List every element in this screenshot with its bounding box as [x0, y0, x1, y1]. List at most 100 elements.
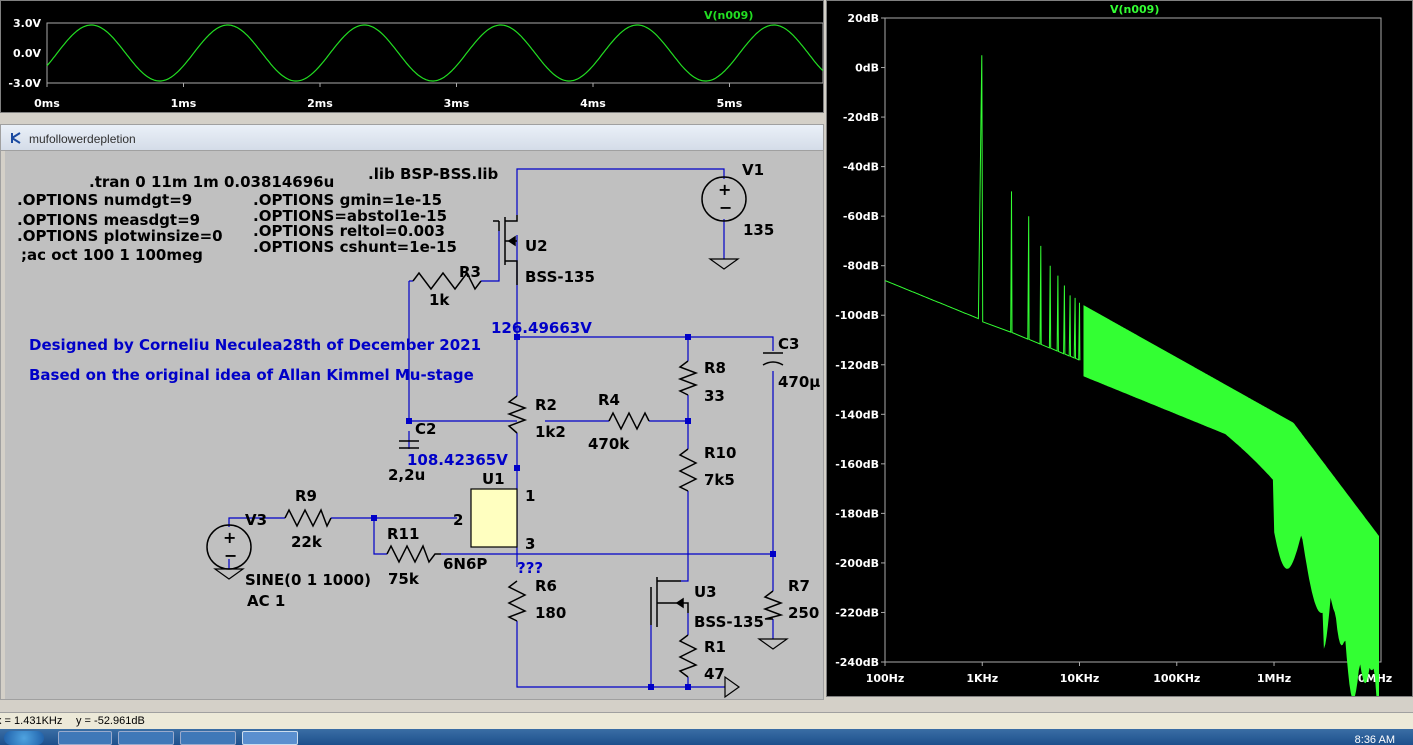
waveform-trace	[46, 24, 824, 82]
c2-name: C2	[415, 420, 436, 438]
u2-name: U2	[525, 237, 548, 255]
u1-pin1: 1	[525, 487, 535, 505]
fft-y-tick: -60dB	[843, 210, 879, 223]
fft-x-tick: 1KHz	[966, 672, 998, 685]
status-bar: x = 1.431KHz y = -52.961dB	[0, 712, 1413, 729]
schematic-title: mufollowerdepletion	[29, 132, 136, 146]
u1-name: U1	[482, 470, 505, 488]
credits: Designed by Corneliu Neculea28th of Dece…	[29, 336, 481, 384]
directive-tran[interactable]: .tran 0 11m 1m 0.03814696u	[89, 173, 334, 191]
fft-y-tick: -140dB	[835, 408, 879, 421]
r10-name: R10	[704, 444, 736, 462]
r1-resistor[interactable]: R1 47	[678, 634, 726, 683]
u2-transistor[interactable]: U2 BSS-135	[493, 215, 595, 286]
waveform-y-tick: -3.0V	[8, 77, 41, 90]
waveform-y-tick: 0.0V	[13, 47, 41, 60]
directive-ac[interactable]: ;ac oct 100 1 100meg	[21, 246, 203, 264]
fft-x-tick: 10KHz	[1060, 672, 1099, 685]
fft-y-tick: 0dB	[855, 62, 879, 75]
r3-value: 1k	[429, 291, 450, 309]
r3-name: R3	[459, 263, 481, 281]
r4-value: 470k	[588, 435, 630, 453]
fft-y-axis: 20dB 0dB -20dB -40dB -60dB -80dB -100dB -120dB -…	[835, 12, 885, 669]
v3-value: SINE(0 1 1000)	[245, 571, 371, 589]
taskbar-app-browser[interactable]	[118, 731, 174, 745]
directive-lib[interactable]: .lib BSP-BSS.lib	[368, 165, 498, 183]
v3-signal-source[interactable]: + − V3 SINE(0 1 1000) AC 1	[206, 511, 371, 610]
ground-symbol	[724, 675, 741, 699]
u1-tube[interactable]: U1 1 2 3 6N6P ???	[443, 470, 543, 577]
fft-trace	[884, 55, 1081, 361]
waveform-y-tick: 3.0V	[13, 17, 41, 30]
fft-y-tick: -220dB	[835, 606, 879, 619]
waveform-x-tick: 0ms	[34, 97, 60, 110]
r4-resistor[interactable]: R4 470k	[588, 391, 650, 453]
r10-resistor[interactable]: R10 7k5	[678, 444, 736, 492]
waveform-plot-pane[interactable]: V(n009) 3.0V 0.0V -3.0V 0ms 1ms 2ms 3ms 4ms 5ms	[0, 0, 824, 113]
fft-y-tick: 20dB	[847, 12, 879, 25]
r11-value: 75k	[388, 570, 420, 588]
waveform-x-axis: 0ms 1ms 2ms 3ms 4ms 5ms	[34, 83, 743, 110]
waveform-trace-label[interactable]: V(n009)	[704, 9, 753, 22]
waveform-x-tick: 1ms	[171, 97, 197, 110]
taskbar-app-explorer[interactable]	[58, 731, 112, 745]
v1-voltage-source[interactable]: + − V1 135	[701, 161, 774, 270]
svg-text:+: +	[223, 528, 236, 547]
fft-y-tick: -80dB	[843, 260, 879, 273]
fft-y-tick: -20dB	[843, 111, 879, 124]
fft-y-tick: -200dB	[835, 557, 879, 570]
schematic-titlebar[interactable]: mufollowerdepletion	[1, 125, 823, 151]
schematic-window[interactable]: mufollowerdepletion .tran 0 11m 1m 0.038…	[0, 124, 824, 700]
r9-resistor[interactable]: R9 22k	[284, 487, 332, 551]
fft-x-tick: 1MHz	[1257, 672, 1291, 685]
taskbar[interactable]: 8:36 AM	[0, 729, 1413, 745]
r7-resistor[interactable]: R7 250	[757, 577, 819, 650]
fft-plot-pane[interactable]: V(n009) 20dB 0dB -20dB -40dB -60dB -80dB -100d…	[826, 0, 1413, 726]
taskbar-app-pdf[interactable]	[180, 731, 236, 745]
credit-line-2[interactable]: Based on the original idea of Allan Kimm…	[29, 366, 474, 384]
r11-name: R11	[387, 525, 419, 543]
directive-cshunt[interactable]: .OPTIONS cshunt=1e-15	[253, 238, 457, 256]
start-button[interactable]	[4, 731, 44, 745]
fft-y-tick: -240dB	[835, 656, 879, 669]
r2-name: R2	[535, 396, 557, 414]
schematic-canvas[interactable]: .tran 0 11m 1m 0.03814696u .lib BSP-BSS.…	[5, 151, 823, 699]
u3-transistor[interactable]: U3 BSS-135	[650, 577, 764, 631]
waveform-x-tick: 2ms	[307, 97, 333, 110]
v1-name: V1	[742, 161, 764, 179]
fft-y-tick: -100dB	[835, 309, 879, 322]
fft-y-tick: -160dB	[835, 458, 879, 471]
r11-resistor[interactable]: R11 75k	[386, 525, 441, 588]
u1-pin2: 2	[453, 511, 463, 529]
taskbar-app-ltspice[interactable]	[242, 731, 298, 745]
fft-x-tick: 100KHz	[1153, 672, 1200, 685]
directive-plotwinsize[interactable]: .OPTIONS plotwinsize=0	[17, 227, 223, 245]
r1-name: R1	[704, 638, 726, 656]
r6-resistor[interactable]: R6 180	[507, 577, 566, 622]
c3-value: 470µ	[778, 373, 820, 391]
directive-numdgt[interactable]: .OPTIONS numdgt=9	[17, 191, 192, 209]
v1-value: 135	[743, 221, 774, 239]
r8-value: 33	[704, 387, 725, 405]
schematic-icon	[11, 132, 21, 144]
u1-pin3: 3	[525, 535, 535, 553]
u1-unknown-label: ???	[517, 559, 543, 577]
r4-name: R4	[598, 391, 620, 409]
r8-resistor[interactable]: R8 33	[677, 359, 726, 405]
waveform-x-tick: 5ms	[717, 97, 743, 110]
c2-value: 2,2u	[388, 466, 425, 484]
svg-text:−: −	[719, 198, 732, 217]
credit-line-1[interactable]: Designed by Corneliu Neculea28th of Dece…	[29, 336, 481, 354]
r3-resistor[interactable]: R3 1k	[412, 263, 482, 309]
r10-value: 7k5	[704, 471, 735, 489]
fft-x-tick: 100Hz	[866, 672, 905, 685]
waveform-x-tick: 3ms	[444, 97, 470, 110]
r9-value: 22k	[291, 533, 323, 551]
svg-text:−: −	[224, 546, 237, 565]
c3-capacitor[interactable]: C3 470µ	[762, 335, 820, 391]
waveform-y-axis: 3.0V 0.0V -3.0V	[8, 17, 41, 90]
fft-trace-label[interactable]: V(n009)	[1110, 3, 1159, 16]
node-voltage-top[interactable]: 126.49663V	[491, 319, 592, 337]
u3-value: BSS-135	[694, 613, 764, 631]
u2-value: BSS-135	[525, 268, 595, 286]
